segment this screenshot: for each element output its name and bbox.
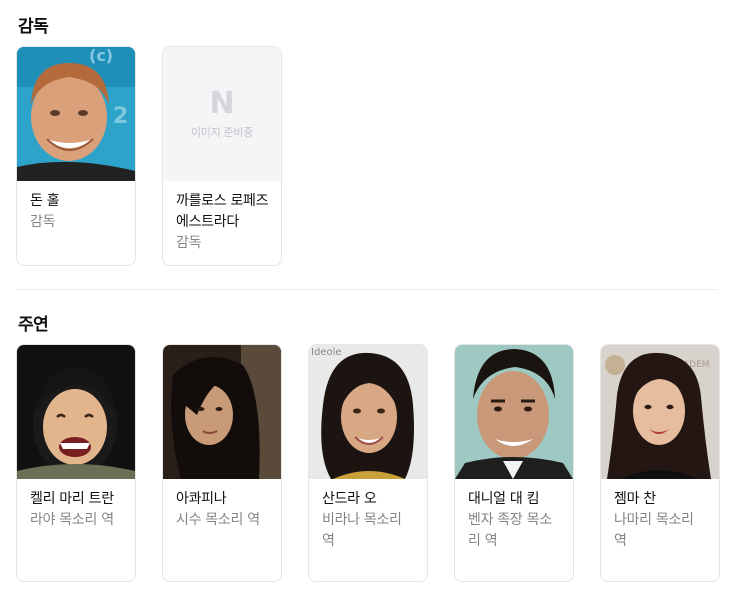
person-role: 벤자 족장 목소리 역 xyxy=(468,512,552,549)
person-card[interactable]: N 이미지 준비중 까를로스 로페즈 에스트라다 감독 xyxy=(162,46,282,266)
directors-list: (c) 2 돈 홀 감독 N 이미지 준비중 까를로스 로페즈 에스트라다 감독 xyxy=(16,46,282,266)
cast-section-title: 주연 xyxy=(18,315,49,335)
person-card[interactable]: ADEM 젬마 찬 나마리 목소리 역 xyxy=(600,344,720,582)
placeholder-text: 이미지 준비중 xyxy=(190,126,254,139)
image-placeholder: N 이미지 준비중 xyxy=(163,47,281,181)
person-photo xyxy=(163,345,281,479)
person-photo: Ideole xyxy=(309,345,427,479)
person-photo: ADEM xyxy=(601,345,719,479)
person-photo xyxy=(455,345,573,479)
person-role: 감독 xyxy=(30,214,56,230)
person-role: 감독 xyxy=(176,235,202,251)
svg-text:Ideole: Ideole xyxy=(311,347,342,358)
person-card[interactable]: 켈리 마리 트란 라야 목소리 역 xyxy=(16,344,136,582)
svg-text:(c): (c) xyxy=(89,47,113,65)
person-name: 켈리 마리 트란 xyxy=(30,491,114,507)
person-card[interactable]: (c) 2 돈 홀 감독 xyxy=(16,46,136,266)
person-role: 나마리 목소리 역 xyxy=(614,512,694,549)
person-name: 까를로스 로페즈 에스트라다 xyxy=(176,193,269,230)
person-card[interactable]: Ideole 산드라 오 비라나 목소리 역 xyxy=(308,344,428,582)
person-role: 시수 목소리 역 xyxy=(176,512,260,528)
person-name: 대니얼 대 킴 xyxy=(468,491,540,507)
cast-list: 켈리 마리 트란 라야 목소리 역 아콰피나 시수 목소리 역 Ideole 산… xyxy=(16,344,720,582)
people-panel: 감독 (c) 2 돈 홀 감독 N 이미지 준비중 까를로스 로페즈 에스트라다… xyxy=(0,0,731,600)
person-photo: (c) 2 xyxy=(17,47,135,181)
svg-text:2: 2 xyxy=(113,104,128,129)
section-divider xyxy=(16,289,718,290)
naver-logo-icon: N xyxy=(209,86,235,121)
person-role: 라야 목소리 역 xyxy=(30,512,114,528)
person-name: 아콰피나 xyxy=(176,491,227,507)
person-name: 젬마 찬 xyxy=(614,491,656,507)
person-card[interactable]: 대니얼 대 킴 벤자 족장 목소리 역 xyxy=(454,344,574,582)
person-name: 돈 홀 xyxy=(30,193,60,209)
directors-section-title: 감독 xyxy=(18,17,49,37)
person-photo xyxy=(17,345,135,479)
person-card[interactable]: 아콰피나 시수 목소리 역 xyxy=(162,344,282,582)
person-name: 산드라 오 xyxy=(322,491,377,507)
person-role: 비라나 목소리 역 xyxy=(322,512,402,549)
